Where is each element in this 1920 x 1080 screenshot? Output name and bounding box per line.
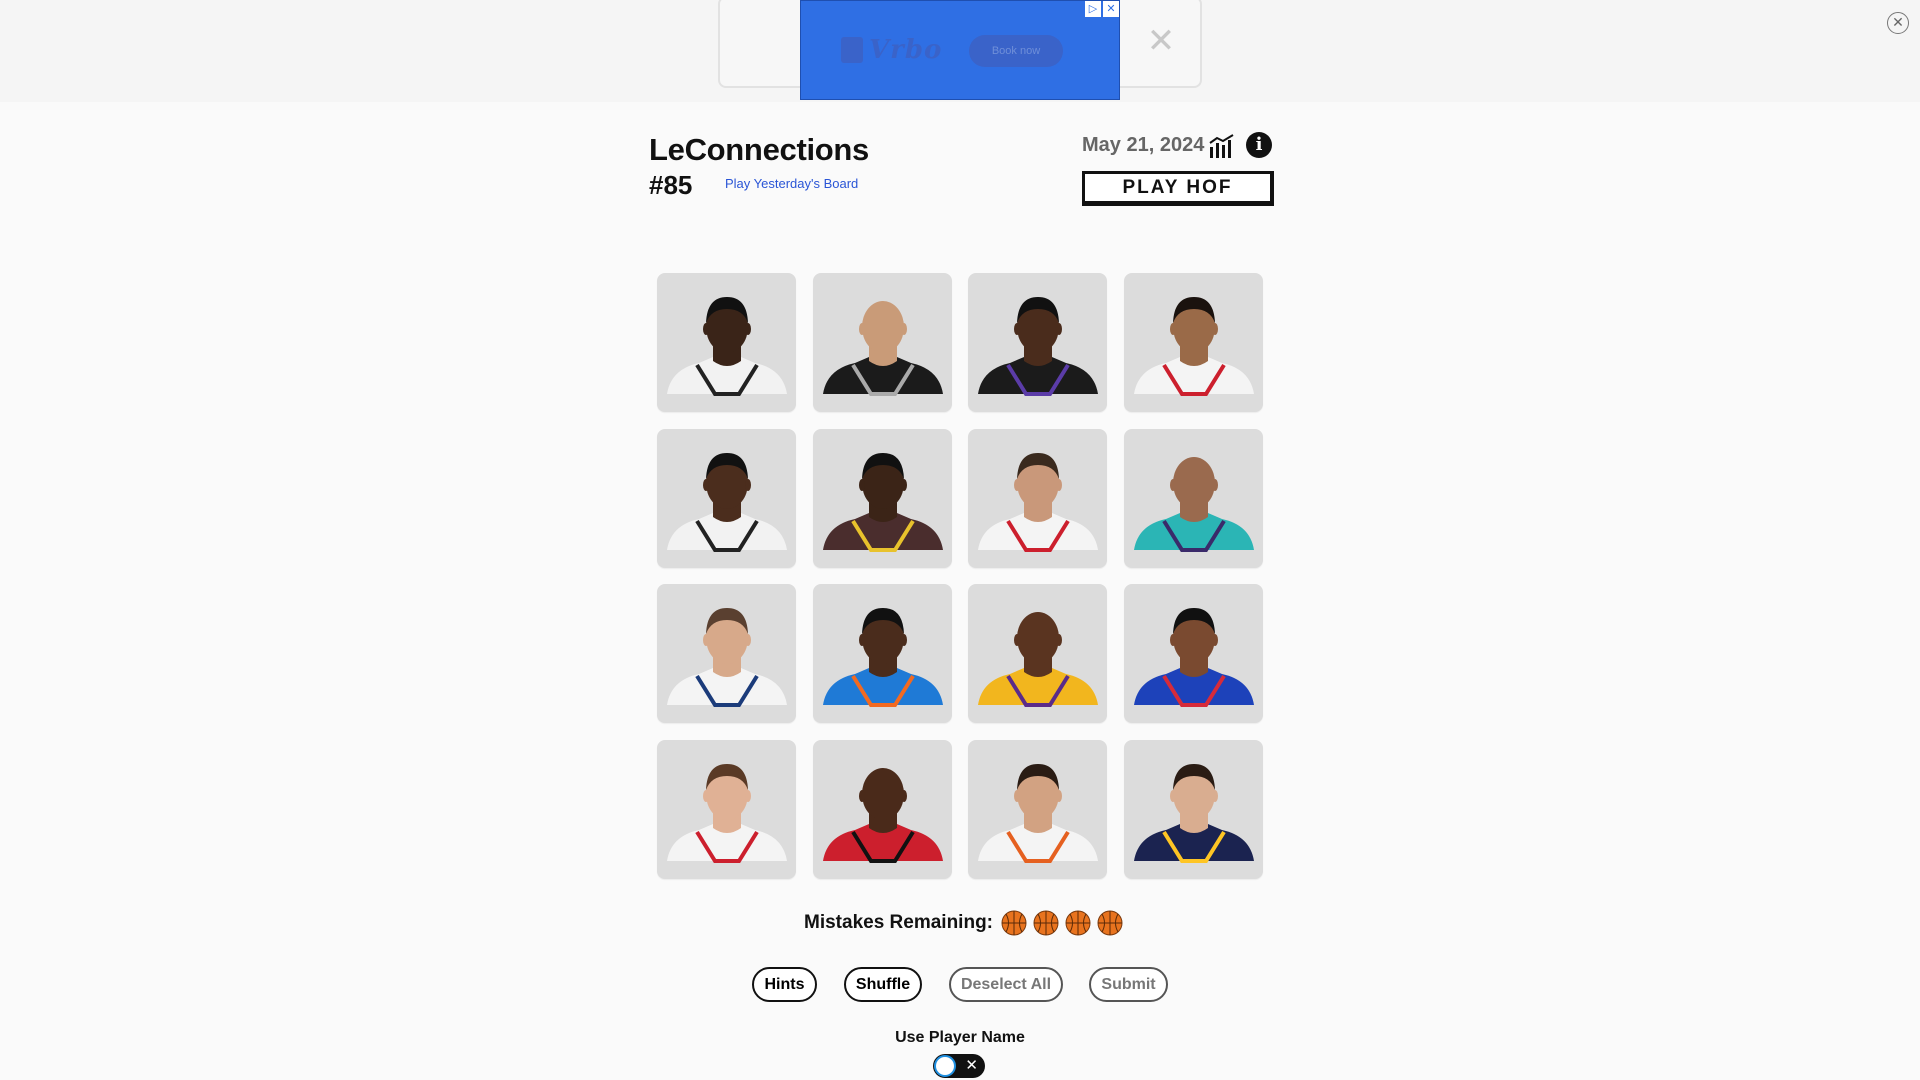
player-portrait-icon	[978, 763, 1098, 863]
player-tile[interactable]	[1123, 273, 1263, 412]
deselect-all-button[interactable]: Deselect All	[949, 967, 1063, 1002]
player-tile[interactable]	[968, 584, 1107, 723]
player-portrait-icon	[978, 452, 1098, 552]
player-tile[interactable]	[812, 584, 952, 723]
player-tile[interactable]	[657, 428, 796, 568]
player-tile[interactable]	[812, 739, 952, 879]
player-tile[interactable]	[657, 273, 796, 412]
toggle-knob[interactable]	[934, 1055, 956, 1077]
player-tile[interactable]	[968, 739, 1107, 879]
player-tile[interactable]	[1123, 739, 1263, 879]
mistakes-label: Mistakes Remaining:	[804, 912, 993, 933]
puzzle-date: May 21, 2024	[1082, 134, 1205, 156]
player-portrait-icon	[667, 297, 787, 396]
basketball-icon	[1033, 910, 1059, 936]
info-icon[interactable]: i	[1246, 132, 1272, 158]
adchoices-play-icon[interactable]: ▷	[1085, 1, 1101, 17]
player-portrait-icon	[1133, 456, 1254, 552]
ad-logo: Vrbo	[841, 35, 942, 65]
player-tile[interactable]	[1123, 428, 1263, 568]
player-grid	[657, 273, 1264, 879]
use-player-name-toggle[interactable]: ✕	[933, 1054, 985, 1078]
player-portrait-icon	[667, 452, 787, 552]
basketball-icon	[1097, 910, 1123, 936]
ad-close-icon[interactable]: ✕	[1146, 24, 1176, 58]
submit-button[interactable]: Submit	[1089, 967, 1168, 1002]
player-tile[interactable]	[968, 273, 1107, 412]
vrbo-logo-icon	[841, 37, 863, 63]
bar-chart-icon[interactable]	[1208, 133, 1236, 159]
player-tile[interactable]	[812, 273, 952, 412]
ad-book-now-button[interactable]: Book now	[969, 35, 1063, 67]
ad-creative[interactable]: Vrbo Book now ▷ ✕	[800, 0, 1120, 100]
play-yesterday-link[interactable]: Play Yesterday's Board	[725, 176, 858, 191]
play-hof-button[interactable]: PLAY HOF	[1082, 171, 1274, 206]
player-portrait-icon	[822, 452, 943, 552]
player-portrait-icon	[1133, 297, 1254, 396]
ad-brand: Vrbo	[869, 35, 943, 65]
player-portrait-icon	[667, 763, 787, 863]
basketball-icon	[1001, 910, 1027, 936]
close-icon[interactable]: ✕	[1887, 12, 1909, 34]
action-bar: Hints Shuffle Deselect All Submit	[0, 967, 1920, 1003]
player-tile[interactable]	[812, 428, 952, 568]
player-tile[interactable]	[657, 584, 796, 723]
use-player-name-label: Use Player Name	[895, 1029, 1025, 1046]
player-portrait-icon	[822, 608, 943, 707]
player-portrait-icon	[978, 612, 1098, 707]
hints-button[interactable]: Hints	[752, 967, 817, 1002]
player-portrait-icon	[1133, 763, 1254, 863]
puzzle-number: #85	[649, 170, 693, 200]
player-portrait-icon	[978, 297, 1098, 396]
toggle-off-icon: ✕	[965, 1057, 978, 1074]
player-tile[interactable]	[968, 428, 1107, 568]
player-tile[interactable]	[657, 739, 796, 879]
player-portrait-icon	[822, 301, 943, 396]
player-portrait-icon	[822, 767, 943, 863]
mistakes-indicator	[1001, 910, 1123, 936]
adchoices-icon[interactable]: ▷ ✕	[1085, 1, 1119, 17]
player-portrait-icon	[667, 608, 787, 707]
shuffle-button[interactable]: Shuffle	[844, 967, 922, 1002]
basketball-icon	[1065, 910, 1091, 936]
player-portrait-icon	[1133, 608, 1254, 707]
page-title: LeConnections	[649, 132, 870, 167]
player-tile[interactable]	[1123, 584, 1263, 723]
adchoices-close-icon[interactable]: ✕	[1103, 1, 1119, 17]
mistakes-remaining: Mistakes Remaining:	[804, 908, 1123, 938]
